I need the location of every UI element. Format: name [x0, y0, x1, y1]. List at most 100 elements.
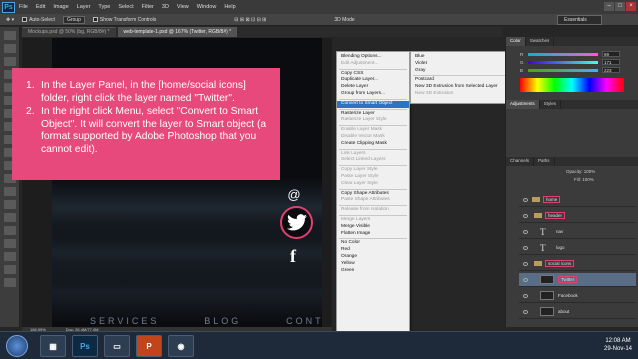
menu-item-merge-layers: Merge Layers	[341, 216, 371, 222]
twitter-bird-icon	[286, 214, 307, 231]
hand-icon[interactable]	[4, 265, 16, 274]
fill-field[interactable]: Fill: 100%	[506, 174, 638, 182]
menu-item-green[interactable]: Green	[337, 268, 409, 275]
step-text: In the right click Menu, select "Convert…	[41, 106, 267, 155]
slider-value[interactable]: 223	[602, 67, 620, 73]
shape-thumbnail-icon	[540, 307, 554, 316]
menu-filter[interactable]: Filter	[142, 4, 154, 10]
menu-item-flatten-image[interactable]: Flatten Image	[337, 231, 409, 238]
auto-select-checkbox[interactable]: Auto-Select	[22, 17, 55, 23]
visibility-eye-icon[interactable]	[523, 245, 528, 250]
menu-layer[interactable]: Layer	[77, 4, 91, 10]
start-button[interactable]	[6, 335, 28, 357]
tab-styles[interactable]: Styles	[540, 100, 562, 109]
opacity-field[interactable]: Opacity: 100%	[506, 166, 638, 174]
taskbar-photoshop-icon[interactable]: Ps	[72, 335, 98, 357]
minimize-button[interactable]: –	[604, 2, 614, 11]
pen-icon[interactable]	[4, 213, 16, 222]
nav-contact: CONTACT	[286, 316, 322, 326]
path-select-icon[interactable]	[4, 239, 16, 248]
layer-row-about[interactable]: about	[519, 305, 636, 319]
slider-b[interactable]: B 223	[506, 66, 638, 74]
tab-swatches[interactable]: Swatches	[526, 37, 555, 46]
menu-item-merge-visible[interactable]: Merge Visible	[337, 224, 409, 231]
menu-select[interactable]: Select	[118, 4, 133, 10]
lasso-icon[interactable]	[4, 57, 16, 66]
twitter-highlight	[280, 206, 313, 239]
menu-separator	[339, 214, 407, 216]
layer-row-twitter[interactable]: Twitter	[519, 273, 636, 287]
slider-g[interactable]: G 171	[506, 58, 638, 66]
type-icon[interactable]	[4, 226, 16, 235]
workspace-select[interactable]: Essentials	[557, 15, 602, 25]
tab-channels[interactable]: Channels	[506, 157, 535, 166]
close-button[interactable]: ×	[626, 2, 636, 11]
taskbar-explorer-icon[interactable]: ▦	[40, 335, 66, 357]
menu-image[interactable]: Image	[53, 4, 68, 10]
menu-item-blending-options[interactable]: Blending Options...	[337, 54, 409, 61]
layer-row-social-icons[interactable]: social icons	[519, 257, 636, 271]
align-icons[interactable]: ⊟ ⊞ ⊠ ⊡ ⊟ ⊞	[234, 17, 266, 23]
tab-web-template[interactable]: web-template-1.psd @ 167% (Twitter, RGB/…	[117, 27, 238, 37]
taskbar: ▦ Ps ▭ P ◉ 12:08 AM 29-Nov-14	[0, 331, 638, 359]
menu-item-edit-adjustment: Edit Adjustment...	[341, 60, 379, 66]
layer-name: about	[558, 309, 570, 314]
zoom-icon[interactable]	[4, 278, 16, 287]
slider-value[interactable]: 171	[602, 59, 620, 65]
taskbar-app-icon[interactable]: ◉	[168, 335, 194, 357]
marquee-icon[interactable]	[4, 44, 16, 53]
menu-type[interactable]: Type	[98, 4, 110, 10]
visibility-eye-icon[interactable]	[523, 197, 528, 202]
show-transform-checkbox[interactable]: Show Transform Controls	[92, 17, 156, 23]
maximize-button[interactable]: □	[615, 2, 625, 11]
menu-3d[interactable]: 3D	[162, 4, 169, 10]
slider-r[interactable]: R 69	[506, 50, 638, 58]
color-ramp[interactable]	[520, 78, 624, 92]
layer-row-header[interactable]: header	[519, 209, 636, 223]
visibility-eye-icon[interactable]	[523, 277, 528, 282]
menu-item-red[interactable]: Red	[337, 247, 409, 254]
taskbar-clock: 12:08 AM 29-Nov-14	[604, 337, 632, 353]
adjust-panel-tabs: Adjustments Styles	[506, 100, 638, 109]
layer-row-home[interactable]: home	[519, 193, 636, 207]
menu-item-create-clipping-mask[interactable]: Create Clipping Mask	[337, 141, 409, 148]
menu-file[interactable]: File	[19, 4, 28, 10]
tab-paths[interactable]: Paths	[534, 157, 555, 166]
menu-item-convert-to-smart-object[interactable]: Convert to Smart Object	[337, 100, 409, 108]
visibility-eye-icon[interactable]	[523, 213, 528, 218]
taskbar-folder-icon[interactable]: ▭	[104, 335, 130, 357]
menu-edit[interactable]: Edit	[36, 4, 45, 10]
menu-window[interactable]: Window	[197, 4, 217, 10]
layer-name: header	[545, 212, 566, 219]
menu-help[interactable]: Help	[224, 4, 235, 10]
tab-color[interactable]: Color	[506, 37, 526, 46]
slider-label: R	[520, 51, 524, 57]
slider-value[interactable]: 69	[602, 51, 620, 57]
layer-row-logo[interactable]: Tlogo	[519, 241, 636, 255]
menu-view[interactable]: View	[177, 4, 189, 10]
tab-mockups[interactable]: Mockups.psd @ 50% (bg, RGB/8#) *	[22, 27, 116, 37]
menu-item-delete-layer[interactable]: Delete Layer	[337, 84, 409, 91]
menu-item-yellow[interactable]: Yellow	[337, 261, 409, 268]
group-select[interactable]: Group	[62, 15, 85, 24]
menu-separator	[339, 165, 407, 167]
shape-icon[interactable]	[4, 252, 16, 261]
step-text: In the Layer Panel, in the [home/social …	[41, 80, 246, 104]
layer-row-facebook[interactable]: Facebook	[519, 289, 636, 303]
visibility-eye-icon[interactable]	[523, 293, 528, 298]
visibility-eye-icon[interactable]	[523, 309, 528, 314]
step-number: 2.	[26, 106, 35, 117]
move-tool-icon[interactable]: ✥ ▾	[6, 17, 14, 23]
blur-icon[interactable]	[4, 187, 16, 196]
tab-adjustments[interactable]: Adjustments	[506, 100, 540, 109]
move-icon[interactable]	[4, 31, 16, 40]
instruction-panel: 1. In the Layer Panel, in the [home/socia…	[12, 68, 280, 180]
visibility-eye-icon[interactable]	[523, 261, 528, 266]
wave-texture	[52, 263, 322, 323]
visibility-eye-icon[interactable]	[523, 229, 528, 234]
layer-row-nav[interactable]: Tnav	[519, 225, 636, 239]
menu-item-orange[interactable]: Orange	[337, 254, 409, 261]
dodge-icon[interactable]	[4, 200, 16, 209]
menu-item-group-from-layers[interactable]: Group from Layers...	[337, 91, 409, 98]
taskbar-powerpoint-icon[interactable]: P	[136, 335, 162, 357]
